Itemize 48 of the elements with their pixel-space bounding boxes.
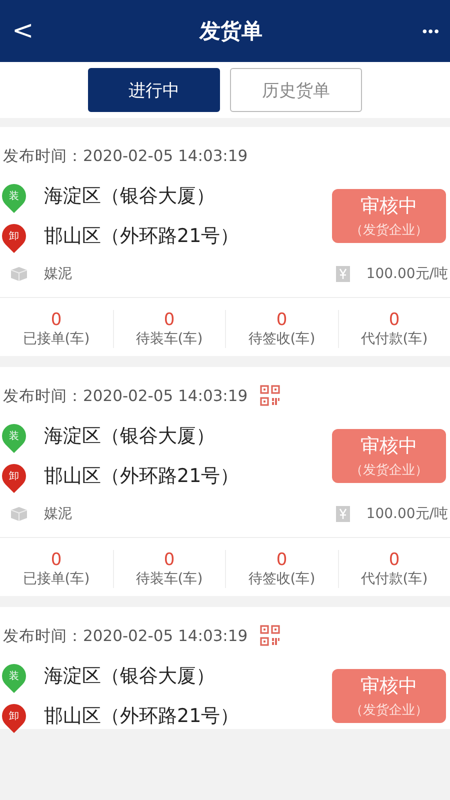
stat-value: 0 bbox=[50, 550, 62, 570]
status-text: 审核中 bbox=[360, 194, 418, 219]
stat-value: 0 bbox=[164, 550, 175, 570]
cargo-name: 媒泥 bbox=[44, 505, 72, 523]
publish-time: 发布时间：2020-02-05 14:03:19 bbox=[3, 146, 248, 166]
order-card[interactable]: 发布时间：2020-02-05 14:03:19 装 海淀区（银谷大厦） 卸 邯山区（外环路21号） 审核中 （发货企业） 媒泥 100.00元/吨 0 已接单(车) 0 待装车(车) 0 待签收(车) 0 代付款(车) bbox=[0, 367, 450, 596]
status-note: （发货企业） bbox=[350, 222, 428, 239]
status-note: （发货企业） bbox=[350, 702, 428, 719]
price-icon bbox=[336, 506, 350, 522]
qr-code-icon[interactable] bbox=[260, 625, 280, 647]
stat-label: 代付款(车) bbox=[360, 330, 428, 348]
stat-label: 代付款(车) bbox=[360, 570, 428, 588]
status-text: 审核中 bbox=[360, 674, 418, 699]
publish-time: 发布时间：2020-02-05 14:03:19 bbox=[3, 386, 248, 406]
back-button[interactable]: < bbox=[6, 16, 40, 46]
stat-label: 待签收(车) bbox=[248, 570, 316, 588]
stat-value: 0 bbox=[50, 310, 62, 330]
address: 海淀区（银谷大厦） bbox=[44, 424, 215, 449]
qr-code-icon[interactable] bbox=[260, 385, 280, 407]
address: 邯山区（外环路21号） bbox=[44, 224, 240, 249]
stat-label: 待签收(车) bbox=[248, 330, 316, 348]
price-icon bbox=[336, 266, 350, 282]
address: 邯山区（外环路21号） bbox=[44, 464, 240, 489]
tab[interactable]: 进行中 bbox=[88, 68, 220, 112]
price: 100.00元/吨 bbox=[366, 265, 448, 283]
order-card[interactable]: 发布时间：2020-02-05 14:03:19 装 海淀区（银谷大厦） 卸 邯山区（外环路21号） 审核中 （发货企业） 媒泥 100.00元/吨 0 已接单(车) 0 待装车(车) 0 待签收(车) 0 代付款(车) bbox=[0, 127, 450, 356]
stat-value: 0 bbox=[276, 550, 288, 570]
address: 海淀区（银谷大厦） bbox=[44, 664, 215, 689]
status-note: （发货企业） bbox=[350, 462, 428, 479]
stat-label: 已接单(车) bbox=[22, 570, 90, 588]
price: 100.00元/吨 bbox=[366, 505, 448, 523]
address: 海淀区（银谷大厦） bbox=[44, 184, 215, 209]
tab[interactable]: 历史货单 bbox=[230, 68, 362, 112]
stat-value: 0 bbox=[388, 550, 400, 570]
publish-time: 发布时间：2020-02-05 14:03:19 bbox=[3, 626, 248, 646]
cargo-name: 媒泥 bbox=[44, 265, 72, 283]
box-icon bbox=[10, 266, 28, 282]
stat-label: 已接单(车) bbox=[22, 330, 90, 348]
address: 邯山区（外环路21号） bbox=[44, 704, 240, 729]
stat-value: 0 bbox=[388, 310, 400, 330]
page-title: 发货单 bbox=[200, 18, 263, 45]
stat-label: 待装车(车) bbox=[136, 330, 203, 348]
status-text: 审核中 bbox=[360, 434, 418, 459]
box-icon bbox=[10, 506, 28, 522]
stat-value: 0 bbox=[276, 310, 288, 330]
stat-value: 0 bbox=[164, 310, 175, 330]
more-button[interactable]: ••• bbox=[422, 23, 440, 39]
stat-label: 待装车(车) bbox=[136, 570, 203, 588]
